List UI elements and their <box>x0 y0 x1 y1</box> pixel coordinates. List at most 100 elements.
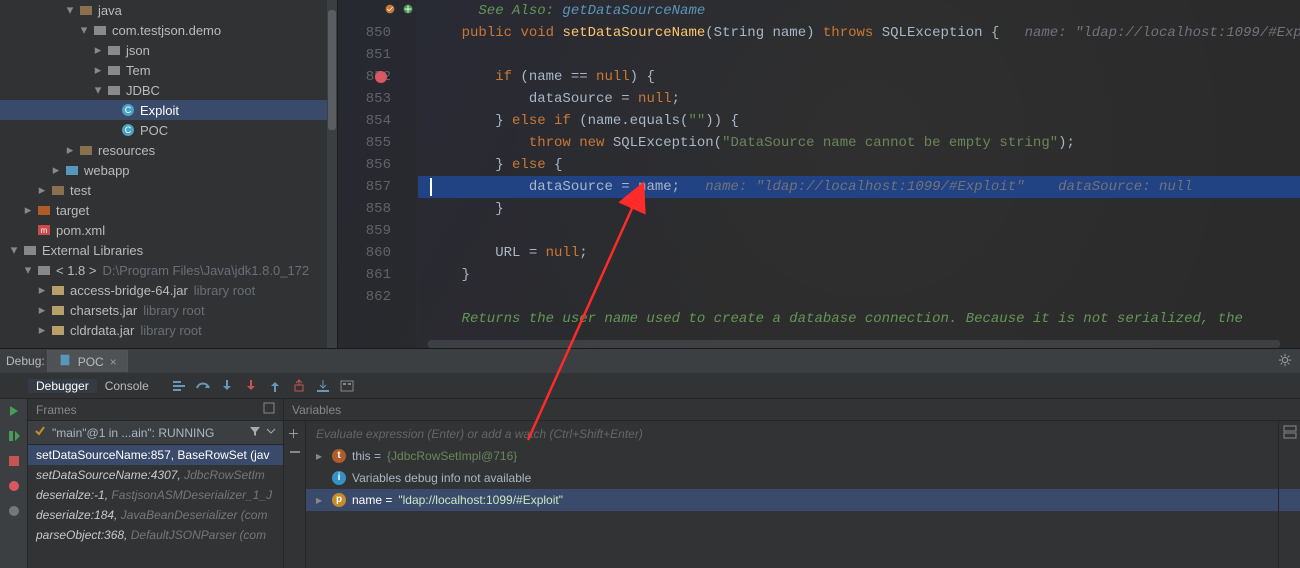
layout-icon[interactable] <box>1283 425 1297 442</box>
run-to-cursor-icon[interactable] <box>311 375 335 397</box>
tree-item[interactable]: ▸Tem <box>0 60 337 80</box>
tree-twisty[interactable]: ▸ <box>90 42 106 58</box>
frames-list[interactable]: setDataSourceName:857, BaseRowSet (javse… <box>28 445 283 568</box>
code-line[interactable] <box>418 286 1300 308</box>
editor-h-scrollbar[interactable] <box>428 340 1280 348</box>
tree-twisty[interactable]: ▸ <box>34 322 50 338</box>
tree-label: cldrdata.jar <box>70 323 134 338</box>
tree-twisty[interactable]: ▸ <box>34 302 50 318</box>
tree-item[interactable]: ▾java <box>0 0 337 20</box>
new-watch-icon[interactable]: ＋ <box>288 425 302 439</box>
code-line[interactable]: } else if (name.equals("")) { <box>418 110 1300 132</box>
stop-icon[interactable] <box>6 453 22 472</box>
close-icon[interactable]: × <box>110 355 117 369</box>
code-line[interactable]: dataSource = null; <box>418 88 1300 110</box>
tree-item[interactable]: ▸access-bridge-64.jarlibrary root <box>0 280 337 300</box>
tree-twisty[interactable]: ▸ <box>34 282 50 298</box>
tree-item[interactable]: CExploit <box>0 100 337 120</box>
view-breakpoints-icon[interactable] <box>6 478 22 497</box>
tree-item[interactable]: ▾External Libraries <box>0 240 337 260</box>
tree-twisty[interactable]: ▾ <box>76 22 92 38</box>
tree-item[interactable]: mpom.xml <box>0 220 337 240</box>
tree-item[interactable]: ▸resources <box>0 140 337 160</box>
project-tree[interactable]: ▾java▾com.testjson.demo▸json▸Tem▾JDBCCEx… <box>0 0 338 348</box>
code-area[interactable]: See Also: getDataSourceName public void … <box>418 0 1300 348</box>
tree-twisty[interactable]: ▾ <box>6 242 22 258</box>
sidebar-scrollbar[interactable] <box>327 0 337 348</box>
tab-debugger[interactable]: Debugger <box>28 379 97 393</box>
tree-twisty[interactable]: ▾ <box>62 2 78 18</box>
mute-breakpoints-icon[interactable] <box>6 503 22 522</box>
code-line[interactable]: public void setDataSourceName(String nam… <box>418 22 1300 44</box>
tree-item[interactable]: ▾JDBC <box>0 80 337 100</box>
tree-label: target <box>56 203 89 218</box>
debug-side-buttons <box>0 399 28 568</box>
tree-item[interactable]: ▸cldrdata.jarlibrary root <box>0 320 337 340</box>
tree-item[interactable]: ▸json <box>0 40 337 60</box>
code-line[interactable]: } <box>418 264 1300 286</box>
code-line[interactable]: URL = null; <box>418 242 1300 264</box>
rerun-icon[interactable] <box>6 403 22 422</box>
tree-twisty[interactable]: ▸ <box>20 202 36 218</box>
frames-restore-icon[interactable] <box>263 402 275 417</box>
frame-item[interactable]: parseObject:368, DefaultJSONParser (com <box>28 525 283 545</box>
show-exec-point-icon[interactable] <box>167 375 191 397</box>
step-over-icon[interactable] <box>191 375 215 397</box>
tree-twisty[interactable]: ▾ <box>20 262 36 278</box>
evaluate-icon[interactable] <box>335 375 359 397</box>
tree-twisty[interactable]: ▸ <box>48 162 64 178</box>
folder-web-icon <box>64 162 80 178</box>
filter-icon[interactable] <box>249 425 261 440</box>
frame-item[interactable]: deserialze:184, JavaBeanDeserializer (co… <box>28 505 283 525</box>
variable-row[interactable]: ▸pname = "ldap://localhost:1099/#Exploit… <box>306 489 1300 511</box>
code-line[interactable]: dataSource = name; name: "ldap://localho… <box>418 176 1300 198</box>
code-line[interactable]: } else { <box>418 154 1300 176</box>
tree-label: POC <box>140 123 168 138</box>
remove-watch-icon[interactable] <box>288 445 302 462</box>
implements-icon[interactable] <box>401 2 415 24</box>
drop-frame-icon[interactable] <box>287 375 311 397</box>
tab-console[interactable]: Console <box>97 379 157 393</box>
evaluate-expression-input[interactable]: Evaluate expression (Enter) or add a wat… <box>306 423 1300 445</box>
tree-label: charsets.jar <box>70 303 137 318</box>
code-editor[interactable]: 850851852853854855856857858859860861862 … <box>338 0 1300 348</box>
tree-twisty[interactable]: ▸ <box>34 182 50 198</box>
tree-dim: library root <box>143 303 204 318</box>
resume-icon[interactable] <box>6 428 22 447</box>
tree-twisty[interactable]: ▸ <box>90 62 106 78</box>
tree-twisty[interactable]: ▾ <box>90 82 106 98</box>
folder-icon <box>50 182 66 198</box>
thread-selector[interactable]: "main"@1 in ...ain": RUNNING <box>28 421 283 445</box>
code-line[interactable]: throw new SQLException("DataSource name … <box>418 132 1300 154</box>
variable-row[interactable]: ▸tthis = {JdbcRowSetImpl@716} <box>306 445 1300 467</box>
variable-row[interactable]: iVariables debug info not available <box>306 467 1300 489</box>
gear-icon[interactable] <box>1278 353 1292 370</box>
info-badge-icon: i <box>332 471 346 485</box>
tree-item[interactable]: ▸ charsets.jar library root <box>0 300 337 320</box>
code-line[interactable]: } <box>418 198 1300 220</box>
frame-item[interactable]: setDataSourceName:4307, JdbcRowSetIm <box>28 465 283 485</box>
chevron-down-icon[interactable] <box>265 425 277 440</box>
frame-item[interactable]: deserialze:-1, FastjsonASMDeserializer_1… <box>28 485 283 505</box>
frame-item[interactable]: setDataSourceName:857, BaseRowSet (jav <box>28 445 283 465</box>
step-out-icon[interactable] <box>263 375 287 397</box>
tree-item[interactable]: ▸test <box>0 180 337 200</box>
code-line[interactable] <box>418 220 1300 242</box>
tree-twisty[interactable]: ▸ <box>62 142 78 158</box>
breakpoint-icon[interactable] <box>375 71 387 83</box>
code-line[interactable]: if (name == null) { <box>418 66 1300 88</box>
tree-item[interactable]: CPOC <box>0 120 337 140</box>
editor-gutter[interactable]: 850851852853854855856857858859860861862 <box>338 0 418 348</box>
code-line[interactable] <box>418 44 1300 66</box>
tree-item[interactable]: ▾com.testjson.demo <box>0 20 337 40</box>
class-icon: C <box>120 102 136 118</box>
tree-item[interactable]: ▸webapp <box>0 160 337 180</box>
svg-text:C: C <box>125 105 132 115</box>
tree-item[interactable]: ▸ target <box>0 200 337 220</box>
force-step-into-icon[interactable] <box>239 375 263 397</box>
tree-item[interactable]: ▾< 1.8 >D:\Program Files\Java\jdk1.8.0_1… <box>0 260 337 280</box>
step-into-icon[interactable] <box>215 375 239 397</box>
debug-tab-poc[interactable]: POC × <box>47 350 128 372</box>
package-icon <box>106 82 122 98</box>
jar-icon <box>50 302 66 318</box>
